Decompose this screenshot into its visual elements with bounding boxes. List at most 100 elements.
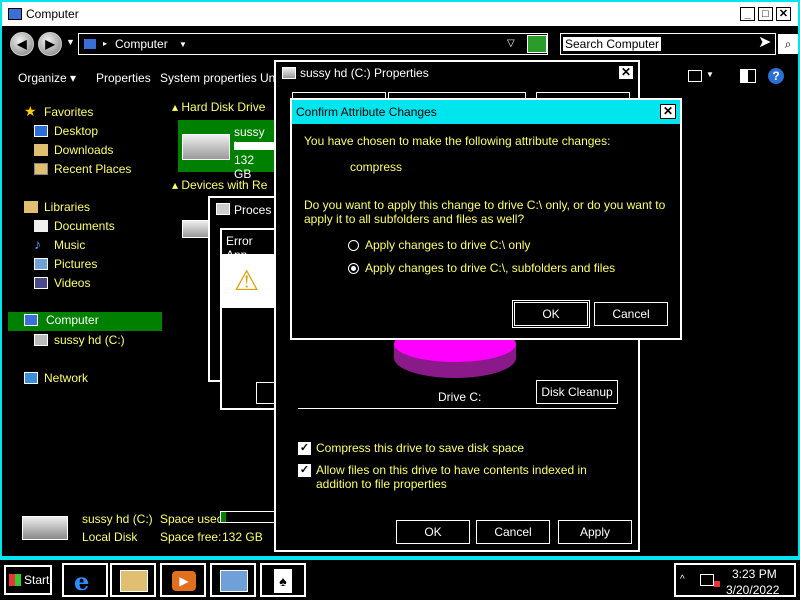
search-icon[interactable]: ⌕	[778, 34, 798, 54]
section-devices-removable[interactable]: ▴ Devices with Re	[172, 178, 267, 192]
address-path: Computer	[115, 37, 168, 51]
start-label: Start	[24, 573, 50, 587]
taskbar: Start e ▶ ♠ ^ 3:23 PM 3/20/2022	[0, 558, 800, 600]
show-hidden-icons-icon[interactable]: ^	[680, 574, 685, 585]
windows-logo-icon	[9, 574, 21, 586]
space-free-value: 132 GB	[222, 530, 263, 544]
space-used-bar	[220, 511, 276, 523]
confirm-ok-button[interactable]: OK	[512, 300, 590, 328]
action-center-icon[interactable]	[700, 574, 714, 586]
minimize-button[interactable]: _	[740, 7, 755, 21]
folder-icon	[120, 570, 148, 592]
confirm-intro: You have chosen to make the following at…	[304, 134, 611, 148]
videos-icon	[34, 277, 48, 289]
maximize-button[interactable]: □	[758, 7, 773, 21]
properties-apply-button[interactable]: Apply	[558, 520, 632, 544]
media-player-icon: ▶	[172, 571, 196, 591]
window-title: Computer	[26, 7, 79, 21]
address-row: ◀ ▶ ▼ ▸ Computer ▼ ▽ Search Computer ⌕ ➤	[4, 28, 800, 60]
chevron-down-icon[interactable]: ▼	[706, 70, 714, 79]
help-icon[interactable]: ?	[768, 68, 784, 84]
network-status-icon[interactable]	[714, 581, 720, 587]
confirm-dialog: Confirm Attribute Changes ✕ You have cho…	[290, 98, 682, 340]
details-drive-type: Local Disk	[82, 530, 138, 544]
properties-button[interactable]: Properties	[96, 71, 151, 85]
drive-c-tile[interactable]: sussy h 132 GB	[178, 120, 274, 181]
compress-label: Compress this drive to save disk space	[316, 441, 525, 455]
compress-checkbox[interactable]: ✓	[298, 442, 311, 455]
space-used-fill	[221, 512, 227, 522]
taskbar-control-panel[interactable]	[210, 563, 256, 597]
chevron-right-icon[interactable]: ▸	[103, 39, 107, 48]
confirm-title-bar[interactable]: Confirm Attribute Changes ✕	[292, 100, 680, 124]
address-bar[interactable]: ▸ Computer ▼ ▽	[78, 33, 548, 55]
computer-icon	[83, 38, 97, 50]
chevron-down-icon[interactable]: ▼	[179, 40, 187, 49]
documents-icon	[34, 220, 48, 232]
system-properties-button[interactable]: System properties	[160, 71, 257, 85]
computer-icon	[24, 314, 38, 326]
taskbar-explorer[interactable]	[110, 563, 156, 597]
properties-cancel-button[interactable]: Cancel	[476, 520, 550, 544]
divider	[298, 408, 616, 409]
confirm-change: compress	[350, 160, 403, 174]
index-label: Allow files on this drive to have conten…	[316, 463, 587, 491]
hard-drive-icon	[282, 67, 296, 79]
confirm-cancel-button[interactable]: Cancel	[594, 302, 668, 326]
back-button[interactable]: ◀	[10, 32, 34, 56]
space-used-label: Space used:	[160, 512, 227, 526]
view-options-icon[interactable]	[688, 70, 702, 82]
organize-button[interactable]: Organize ▾	[18, 71, 76, 85]
radio-drive-subfolders[interactable]	[348, 263, 359, 274]
recent-places-icon	[34, 163, 48, 175]
section-hard-disk-drives[interactable]: ▴ Hard Disk Drive	[172, 100, 265, 114]
properties-title-bar[interactable]: sussy hd (C:) Properties ✕	[276, 62, 638, 84]
close-button[interactable]: ✕	[776, 7, 791, 21]
taskbar-solitaire[interactable]: ♠	[260, 563, 306, 597]
taskbar-media-player[interactable]: ▶	[160, 563, 206, 597]
radio-drive-only[interactable]	[348, 240, 359, 251]
properties-close-button[interactable]: ✕	[618, 65, 634, 80]
error-title-bar: Error App	[222, 230, 276, 262]
clock-date[interactable]: 3/20/2022	[726, 583, 779, 597]
music-icon: ♪	[34, 236, 41, 252]
disk-cleanup-button[interactable]: Disk Cleanup	[536, 380, 618, 404]
star-icon: ★	[24, 103, 37, 119]
index-checkbox[interactable]: ✓	[298, 464, 311, 477]
refresh-icon[interactable]	[527, 35, 547, 53]
drive-tile-free: 132 GB	[234, 153, 255, 181]
taskbar-internet-explorer[interactable]: e	[62, 563, 108, 597]
preview-pane-icon[interactable]	[740, 69, 756, 83]
details-drive-name: sussy hd (C:)	[82, 512, 153, 526]
drive-usage-bar	[234, 142, 274, 150]
process-icon	[216, 203, 230, 215]
nav-computer[interactable]: Computer	[8, 312, 162, 331]
pictures-icon	[34, 258, 48, 270]
start-button[interactable]: Start	[4, 565, 52, 595]
title-bar[interactable]: Computer _ □ ✕	[2, 2, 798, 26]
confirm-close-button[interactable]: ✕	[660, 104, 676, 119]
confirm-title: Confirm Attribute Changes	[296, 105, 437, 119]
recent-pages-chevron-icon[interactable]: ▼	[66, 37, 75, 47]
hard-drive-icon	[22, 516, 68, 540]
warning-icon: ⚠	[234, 265, 260, 296]
error-button[interactable]	[256, 382, 276, 404]
error-body: ⚠	[222, 254, 276, 308]
properties-title: sussy hd (C:) Properties	[300, 66, 429, 80]
properties-ok-button[interactable]: OK	[396, 520, 470, 544]
address-dropdown-icon[interactable]: ▽	[507, 38, 515, 49]
option-drive-only-label: Apply changes to drive C:\ only	[365, 238, 531, 252]
hard-drive-icon	[34, 334, 48, 346]
forward-button[interactable]: ▶	[38, 32, 62, 56]
clock-time[interactable]: 3:23 PM	[732, 567, 777, 581]
network-icon	[24, 372, 38, 384]
card-icon: ♠	[274, 569, 292, 593]
system-tray: ^ 3:23 PM 3/20/2022	[674, 563, 796, 597]
search-placeholder: Search Computer	[563, 37, 662, 51]
computer-icon	[8, 8, 22, 20]
space-free-label: Space free:	[160, 530, 222, 544]
libraries-icon	[24, 201, 38, 213]
hard-drive-icon	[182, 134, 230, 160]
error-window[interactable]: Error App ⚠	[220, 228, 278, 410]
search-input[interactable]: Search Computer	[560, 33, 776, 55]
